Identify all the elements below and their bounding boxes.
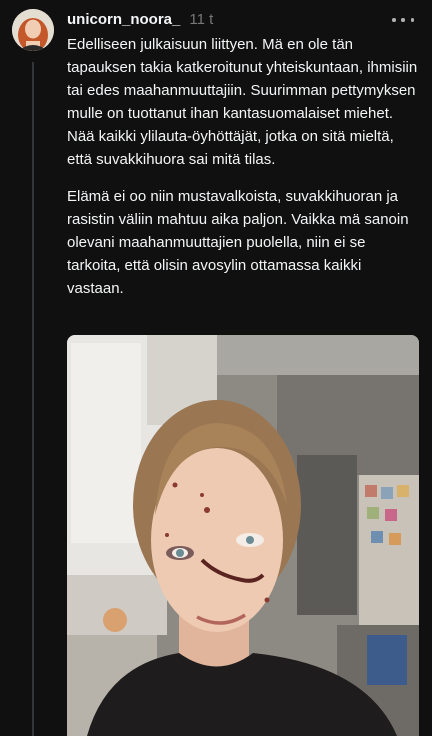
avatar-image (12, 9, 54, 51)
timestamp: 11 t (189, 10, 214, 28)
more-horizontal-icon[interactable] (392, 13, 414, 27)
post-header: unicorn_noora_ 11 t (67, 9, 420, 29)
post-paragraph: Edelliseen julkaisuun liittyen. Mä en ol… (67, 36, 418, 168)
avatar[interactable] (12, 9, 54, 51)
more-dot (401, 18, 405, 22)
thread-line (32, 62, 34, 736)
more-dot (410, 18, 414, 22)
thread-post: unicorn_noora_ 11 t Edelliseen julkaisuu… (0, 0, 432, 736)
photo-image (67, 335, 419, 736)
more-dot (392, 18, 396, 22)
post-photo[interactable] (67, 335, 419, 736)
post-body: Edelliseen julkaisuun liittyen. Mä en ol… (67, 33, 419, 300)
username[interactable]: unicorn_noora_ (67, 11, 180, 28)
post-paragraph: Elämä ei oo niin mustavalkoista, suvakki… (67, 188, 409, 297)
